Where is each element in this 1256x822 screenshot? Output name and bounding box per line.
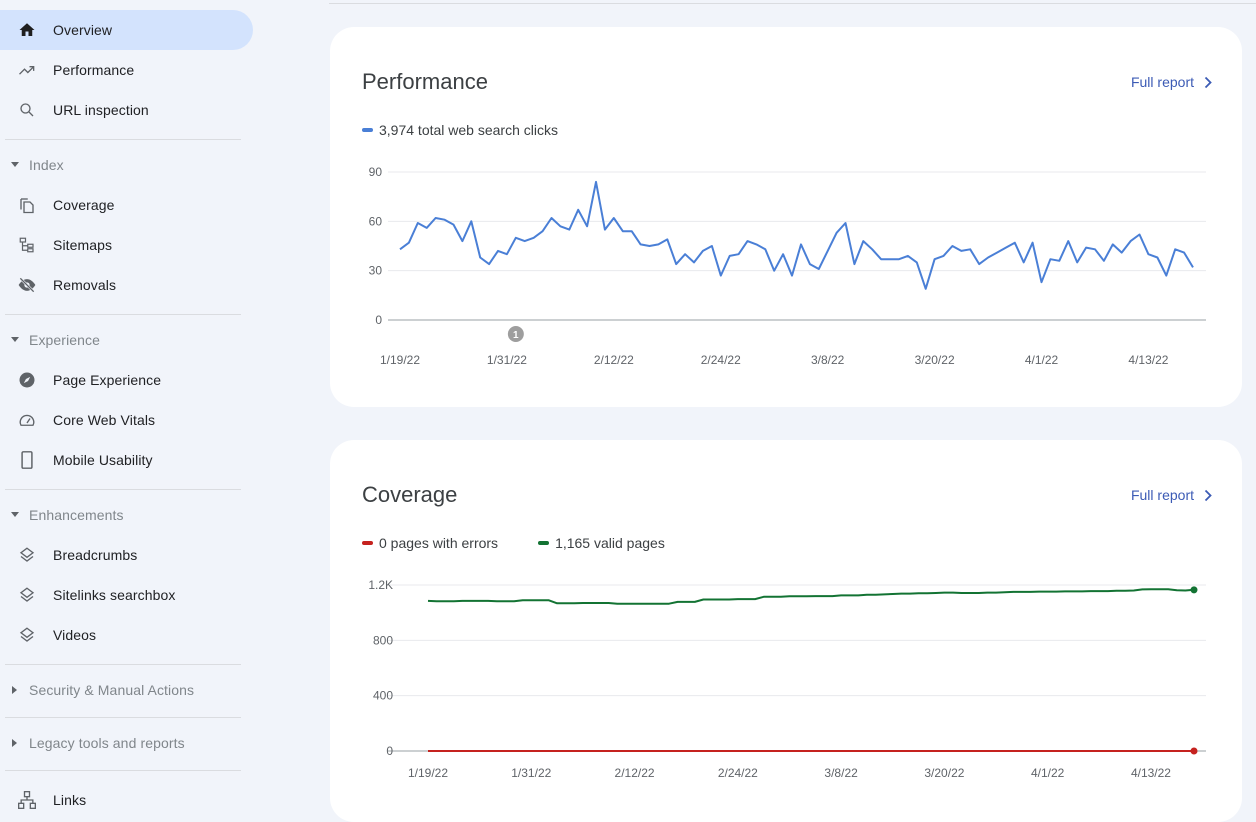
y-tick-label: 800 [373,633,393,647]
sidebar-item-label: Sitelinks searchbox [53,587,176,603]
sidebar-section-enhancements[interactable]: Enhancements [0,497,253,533]
sidebar-item-breadcrumbs[interactable]: Breadcrumbs [0,535,253,575]
x-tick-label: 1/31/22 [487,353,527,367]
y-tick-label: 60 [369,214,383,228]
caret-right-icon [10,738,20,748]
x-tick-label: 1/19/22 [380,353,420,367]
file-copy-icon [17,195,37,215]
sidebar-section-title: Security & Manual Actions [29,682,195,698]
sidebar-section-experience[interactable]: Experience [0,322,253,358]
sidebar-section-title: Enhancements [29,507,124,523]
search-icon [17,100,37,120]
sidebar-item-label: Removals [53,277,117,293]
sidebar-item-label: Videos [53,627,97,643]
speed-gauge-icon [17,410,37,430]
x-tick-label: 2/24/22 [701,353,741,367]
sitemap-icon [17,235,37,255]
sidebar-item-links[interactable]: Links [0,780,253,820]
sidebar-divider [5,770,241,771]
y-tick-label: 90 [369,165,383,179]
sidebar-divider [5,489,241,490]
series-end-point[interactable] [1190,586,1198,594]
sidebar-item-label: Mobile Usability [53,452,153,468]
series-line-3-974-total-web-search-clicks[interactable] [399,180,1194,290]
x-tick-label: 1/31/22 [511,766,551,780]
sidebar-section-title: Legacy tools and reports [29,735,185,751]
sidebar-section-legacy-tools-and-reports[interactable]: Legacy tools and reports [0,725,253,761]
series-end-point[interactable] [1190,747,1198,755]
x-tick-label: 3/8/22 [824,766,858,780]
trending-up-icon [17,60,37,80]
series-line-1-165-valid-pages[interactable] [427,588,1195,605]
sidebar-item-overview[interactable]: Overview [0,10,253,50]
visibility-off-icon [17,275,37,295]
sidebar-section-title: Index [29,157,64,173]
sidebar-section-security-and-manual-actions[interactable]: Security & Manual Actions [0,672,253,708]
performance-chart[interactable]: 0 30 60 90 1/19/22 1/31/22 2/12/22 2/24/22 3/8/2… [330,27,1242,407]
sidebar: Overview Performance URL inspection Index Co… [0,0,260,822]
caret-down-icon [10,160,20,170]
y-tick-label: 400 [373,689,393,703]
home-icon [17,20,37,40]
sidebar-item-videos[interactable]: Videos [0,615,253,655]
sidebar-item-label: URL inspection [53,102,149,118]
y-tick-label: 0 [375,313,382,327]
layers-icon [17,545,37,565]
layers-icon [17,585,37,605]
x-tick-label: 4/1/22 [1031,766,1065,780]
sidebar-item-label: Page Experience [53,372,162,388]
sidebar-item-sitelinks-searchbox[interactable]: Sitelinks searchbox [0,575,253,615]
caret-right-icon [10,685,20,695]
x-tick-label: 2/24/22 [718,766,758,780]
x-tick-label: 2/12/22 [594,353,634,367]
x-tick-label: 4/13/22 [1131,766,1171,780]
layers-icon [17,625,37,645]
caret-down-icon [10,510,20,520]
sidebar-item-label: Sitemaps [53,237,113,253]
y-tick-label: 0 [386,744,393,758]
sidebar-item-label: Links [53,792,87,808]
sidebar-item-removals[interactable]: Removals [0,265,253,305]
performance-card: Performance Full report 3,974 total web … [330,27,1242,407]
page-experience-icon [17,370,37,390]
sidebar-divider [5,717,241,718]
annotation-label: 1 [513,330,519,341]
x-tick-label: 4/13/22 [1128,353,1168,367]
x-tick-label: 3/20/22 [915,353,955,367]
sidebar-item-label: Core Web Vitals [53,412,156,428]
header-divider [329,3,1256,4]
sidebar-divider [5,664,241,665]
y-tick-label: 1.2K [368,578,393,592]
sidebar-item-label: Overview [53,22,113,38]
sidebar-section-index[interactable]: Index [0,147,253,183]
sidebar-item-page-experience[interactable]: Page Experience [0,360,253,400]
x-tick-label: 3/20/22 [924,766,964,780]
sidebar-divider [5,314,241,315]
sidebar-item-sitemaps[interactable]: Sitemaps [0,225,253,265]
sidebar-section-title: Experience [29,332,101,348]
sidebar-item-label: Performance [53,62,135,78]
links-tree-icon [17,790,37,810]
x-tick-label: 4/1/22 [1025,353,1059,367]
caret-down-icon [10,335,20,345]
sidebar-divider [5,139,241,140]
y-tick-label: 30 [369,264,383,278]
smartphone-icon [17,450,37,470]
x-tick-label: 1/19/22 [408,766,448,780]
coverage-card: Coverage Full report 0 pages with errors… [330,440,1242,822]
sidebar-item-url-inspection[interactable]: URL inspection [0,90,253,130]
sidebar-item-label: Coverage [53,197,115,213]
sidebar-item-coverage[interactable]: Coverage [0,185,253,225]
x-tick-label: 2/12/22 [615,766,655,780]
x-tick-label: 3/8/22 [811,353,845,367]
sidebar-item-performance[interactable]: Performance [0,50,253,90]
sidebar-item-label: Breadcrumbs [53,547,138,563]
sidebar-item-mobile-usability[interactable]: Mobile Usability [0,440,253,480]
sidebar-item-core-web-vitals[interactable]: Core Web Vitals [0,400,253,440]
coverage-chart[interactable]: 0 400 800 1.2K 1/19/22 1/31/22 2/12/22 2/24/22 3… [330,440,1242,822]
